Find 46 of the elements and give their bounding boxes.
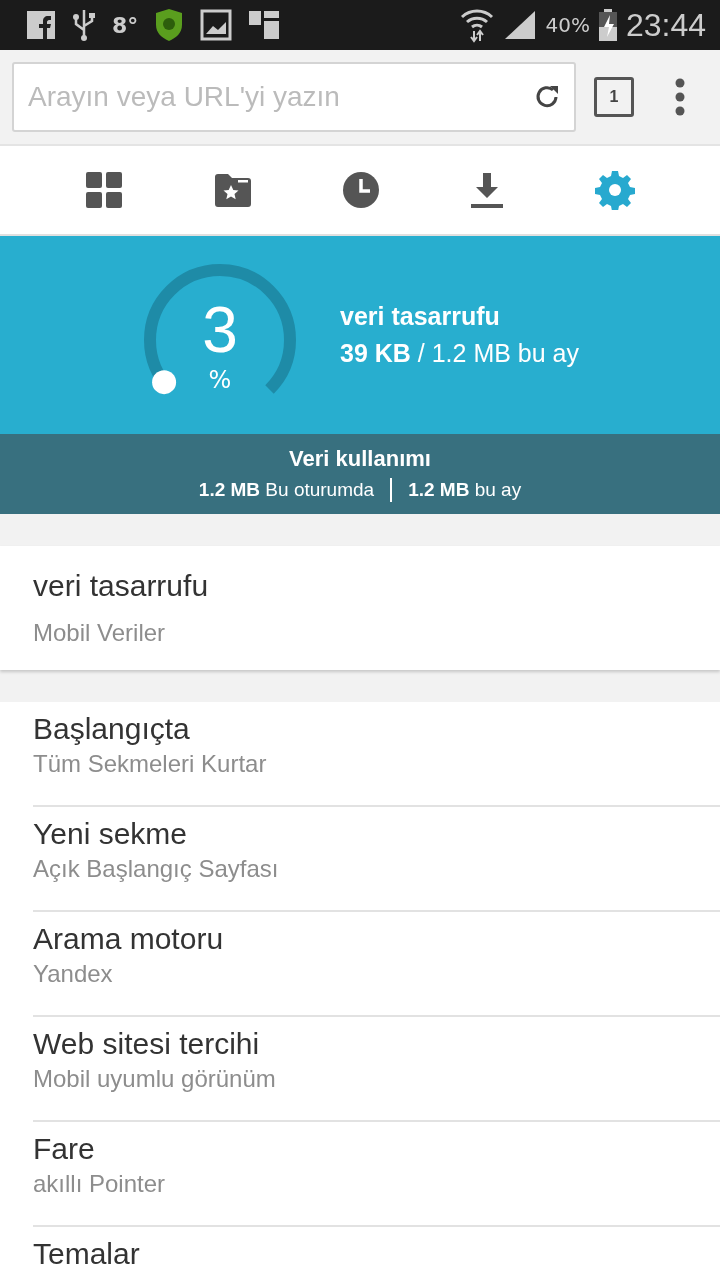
session-usage: 1.2 MB Bu oturumda: [198, 479, 375, 501]
item-title: Temalar: [33, 1237, 141, 1271]
downloads-tab[interactable]: [470, 172, 505, 208]
battery-percent: 40%: [545, 13, 590, 37]
item-value: Mobil uyumlu görünüm: [33, 1065, 277, 1093]
image-icon: [200, 9, 233, 41]
clock: 23:44: [625, 6, 706, 44]
history-tab[interactable]: [341, 171, 380, 209]
wifi-icon: [459, 7, 496, 43]
settings-item[interactable]: Başlangıçta Tüm Sekmeleri Kurtar: [33, 702, 720, 807]
savings-summary: 39 KB / 1.2 MB bu ay: [340, 339, 579, 368]
menu-icon[interactable]: [674, 77, 686, 117]
item-title: Yeni sekme: [33, 817, 188, 851]
settings-tab[interactable]: [594, 170, 635, 210]
item-title: Web sitesi tercihi: [33, 1027, 261, 1061]
item-value: akıllı Pointer: [33, 1170, 167, 1198]
data-saver-item[interactable]: veri tasarrufu Mobil Veriler: [0, 546, 720, 670]
settings-item[interactable]: Web sitesi tercihi Mobil uyumlu görünüm: [33, 1017, 720, 1122]
savings-percent: 3: [201, 294, 239, 366]
item-title: veri tasarrufu: [33, 569, 210, 603]
settings-item[interactable]: Fare akıllı Pointer: [33, 1122, 720, 1227]
item-value: Tüm Sekmeleri Kurtar: [33, 750, 268, 778]
settings-item[interactable]: Arama motoru Yandex: [33, 912, 720, 1017]
signal-icon: [503, 9, 538, 41]
grid-tab[interactable]: [85, 171, 124, 209]
battery-icon: [597, 8, 618, 42]
percent-sign: %: [207, 366, 233, 394]
item-title: Başlangıçta: [33, 712, 191, 746]
temperature: 8°: [112, 12, 139, 38]
widgets-icon: [248, 9, 281, 41]
usage-title: Veri kullanımı: [289, 446, 431, 472]
savings-title: veri tasarrufu: [340, 302, 501, 331]
settings-item[interactable]: Yeni sekme Açık Başlangıç Sayfası: [33, 807, 720, 912]
address-field[interactable]: Arayın veya URL'yi yazın: [12, 62, 576, 132]
bookmarks-tab[interactable]: [213, 173, 252, 207]
shield-icon: [154, 8, 185, 42]
month-usage: 1.2 MB bu ay: [408, 479, 522, 501]
facebook-icon: [26, 10, 56, 40]
item-value: Yandex: [33, 960, 114, 988]
usb-icon: [72, 8, 96, 42]
item-title: Arama motoru: [33, 922, 225, 956]
tab-count-button[interactable]: 1: [594, 77, 634, 117]
item-value: Mobil Veriler: [33, 619, 167, 647]
item-value: Açık Başlangıç Sayfası: [33, 855, 280, 883]
item-title: Fare: [33, 1132, 96, 1166]
settings-item[interactable]: Temalar: [33, 1227, 720, 1280]
